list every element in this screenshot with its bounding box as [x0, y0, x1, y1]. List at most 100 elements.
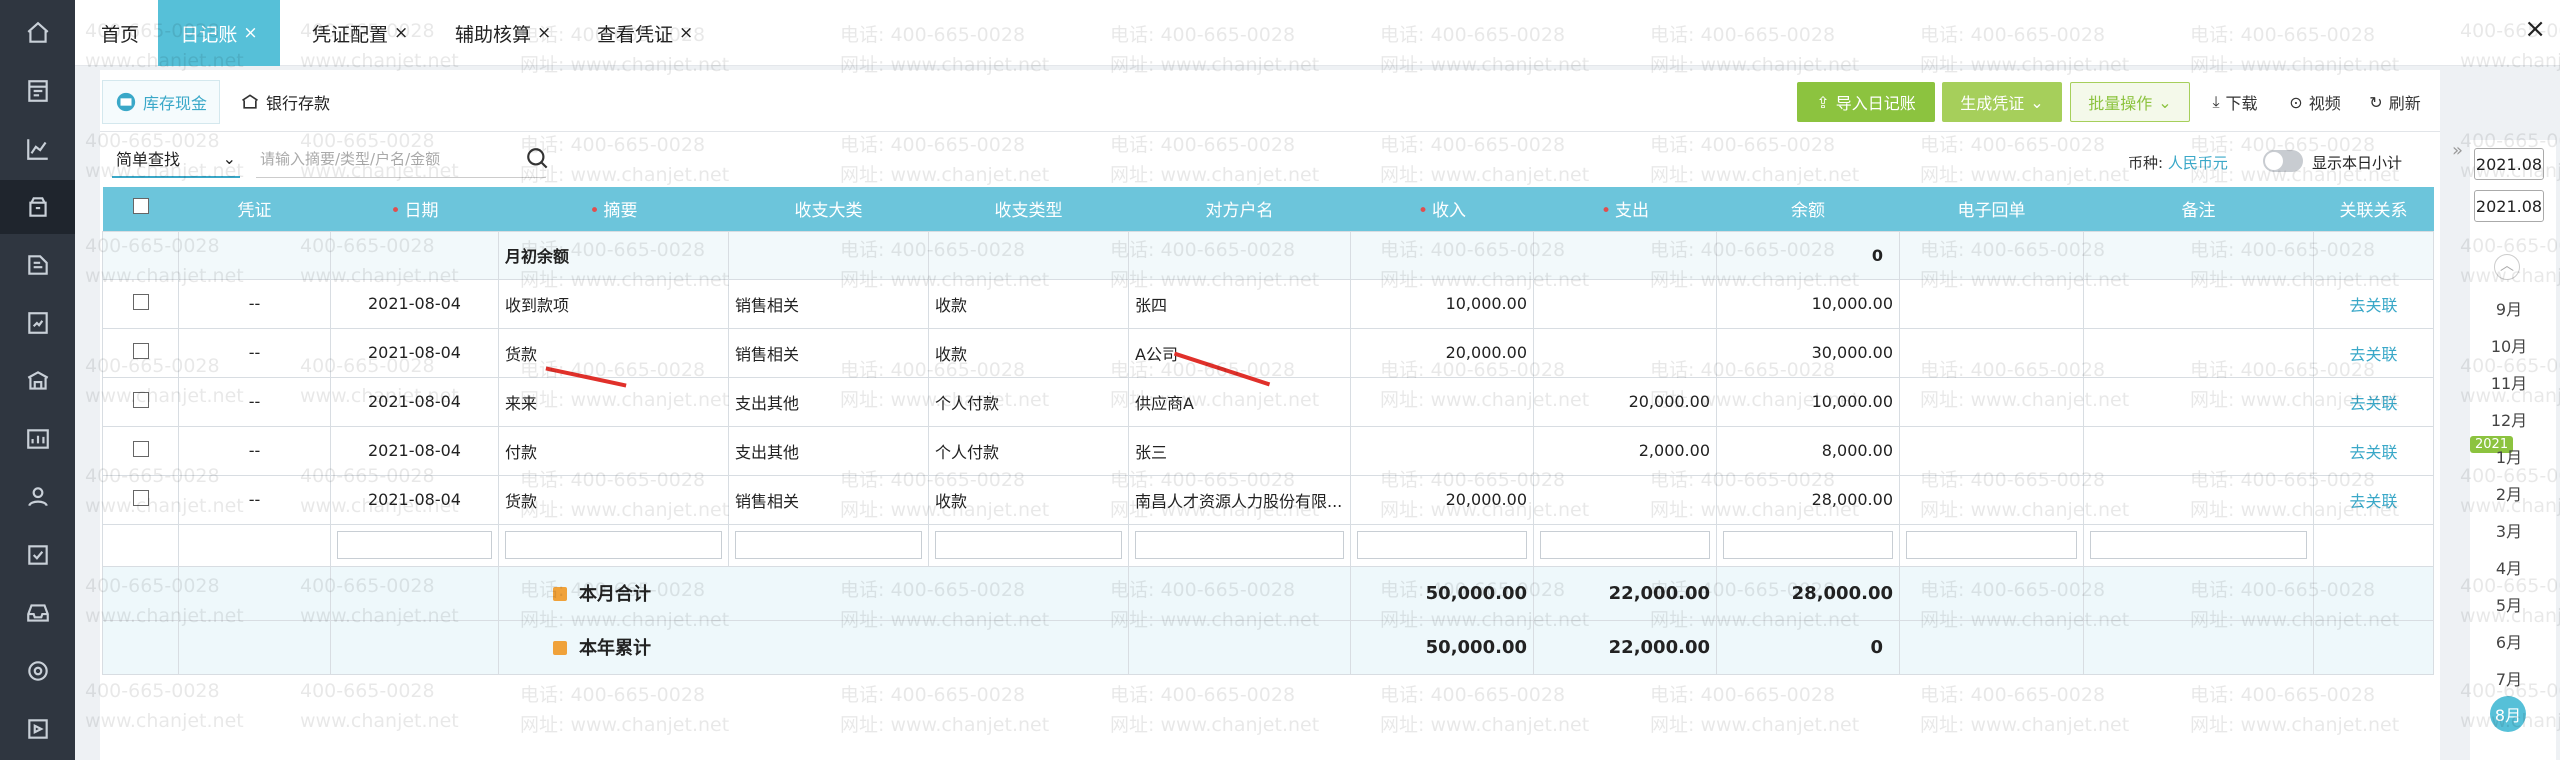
- cell-expense[interactable]: 2,000.00: [1533, 425, 1717, 476]
- cell-category[interactable]: 销售相关: [728, 474, 929, 525]
- relate-link[interactable]: 去关联: [2313, 327, 2434, 378]
- table-row[interactable]: -- 2021-08-04 货款 销售相关 收款 南昌人才资源人力股份有限... 20,00…: [102, 474, 2434, 525]
- inbox-icon[interactable]: [0, 586, 75, 640]
- chevron-up-icon[interactable]: ︿: [2494, 254, 2520, 280]
- col-summary[interactable]: • 摘要: [498, 187, 729, 231]
- close-icon[interactable]: ×: [394, 23, 408, 43]
- export-icon[interactable]: [0, 702, 75, 756]
- month-item[interactable]: 5月: [2470, 592, 2548, 616]
- cell-date[interactable]: 2021-08-04: [330, 474, 499, 525]
- cell-party[interactable]: 供应商A: [1128, 376, 1351, 427]
- report-icon[interactable]: [0, 412, 75, 466]
- cell-expense[interactable]: [1533, 474, 1717, 525]
- col-expense[interactable]: • 支出: [1533, 187, 1717, 231]
- current-month[interactable]: 8月: [2490, 696, 2526, 732]
- tab-voucher-config[interactable]: 凭证配置 ×: [312, 0, 432, 66]
- month-item[interactable]: 1月: [2470, 444, 2548, 468]
- summary-input[interactable]: [505, 531, 722, 559]
- cell-receipt[interactable]: [1899, 425, 2084, 476]
- receipt-input[interactable]: [1906, 531, 2077, 559]
- cell-summary[interactable]: 货款: [498, 327, 729, 378]
- col-balance[interactable]: 余额: [1716, 187, 1900, 231]
- select-all-checkbox[interactable]: [132, 198, 149, 215]
- cell-party[interactable]: A公司: [1128, 327, 1351, 378]
- cell-remark[interactable]: [2083, 425, 2314, 476]
- close-icon[interactable]: ×: [243, 23, 257, 43]
- cell-receipt[interactable]: [1899, 474, 2084, 525]
- month-item[interactable]: 7月: [2470, 666, 2548, 690]
- table-row[interactable]: -- 2021-08-04 货款 销售相关 收款 A公司 20,000.00 30,000.0…: [102, 327, 2434, 378]
- currency-selector[interactable]: 币种: 人民币元: [2128, 152, 2228, 173]
- payroll-icon[interactable]: [0, 470, 75, 524]
- col-party[interactable]: 对方户名: [1128, 187, 1351, 231]
- row-checkbox[interactable]: [132, 342, 149, 359]
- home-icon[interactable]: [0, 6, 75, 60]
- refresh-button[interactable]: ↻ 刷新: [2360, 82, 2430, 122]
- month-item[interactable]: 4月: [2470, 555, 2548, 579]
- cell-expense[interactable]: [1533, 278, 1717, 329]
- col-voucher[interactable]: 凭证: [178, 187, 331, 231]
- close-icon[interactable]: ×: [537, 23, 551, 43]
- download-button[interactable]: ⤓ 下载: [2200, 82, 2270, 122]
- search-input[interactable]: 请输入摘要/类型/户名/金额: [256, 140, 546, 178]
- cell-type[interactable]: 收款: [928, 474, 1129, 525]
- cell-receipt[interactable]: [1899, 327, 2084, 378]
- select-all-cell[interactable]: [102, 187, 179, 231]
- expand-icon[interactable]: [553, 641, 567, 655]
- cell-category[interactable]: 销售相关: [728, 327, 929, 378]
- income-input[interactable]: [1357, 531, 1527, 559]
- show-subtotal-toggle[interactable]: [2263, 150, 2303, 172]
- cell-remark[interactable]: [2083, 327, 2314, 378]
- cell-expense[interactable]: 20,000.00: [1533, 376, 1717, 427]
- tab-journal[interactable]: 日记账 ×: [158, 0, 280, 66]
- cell-type[interactable]: 收款: [928, 327, 1129, 378]
- cell-receipt[interactable]: [1899, 278, 2084, 329]
- ledger-icon[interactable]: [0, 238, 75, 292]
- cashier-icon[interactable]: [0, 180, 75, 234]
- month-item[interactable]: 2月: [2470, 481, 2548, 505]
- cell-summary[interactable]: 收到款项: [498, 278, 729, 329]
- chart-icon[interactable]: [0, 122, 75, 176]
- cell-remark[interactable]: [2083, 376, 2314, 427]
- cell-income[interactable]: [1350, 425, 1534, 476]
- cell-income[interactable]: 10,000.00: [1350, 278, 1534, 329]
- close-icon[interactable]: ×: [679, 23, 693, 43]
- relate-link[interactable]: 去关联: [2313, 474, 2434, 525]
- col-date[interactable]: • 日期: [330, 187, 499, 231]
- gear-icon[interactable]: [0, 644, 75, 698]
- relate-link[interactable]: 去关联: [2313, 278, 2434, 329]
- month-item[interactable]: 11月: [2470, 370, 2548, 394]
- row-checkbox[interactable]: [132, 489, 149, 506]
- cell-date[interactable]: 2021-08-04: [330, 327, 499, 378]
- cell-type[interactable]: 收款: [928, 278, 1129, 329]
- relate-link[interactable]: 去关联: [2313, 425, 2434, 476]
- tab-view-voucher[interactable]: 查看凭证 ×: [597, 0, 722, 66]
- col-income[interactable]: • 收入: [1350, 187, 1534, 231]
- cell-date[interactable]: 2021-08-04: [330, 278, 499, 329]
- cell-summary[interactable]: 付款: [498, 425, 729, 476]
- month-item[interactable]: 9月: [2470, 296, 2548, 320]
- expense-input[interactable]: [1540, 531, 1710, 559]
- month-item[interactable]: 3月: [2470, 518, 2548, 542]
- year-selector[interactable]: 2021.08: [2474, 148, 2544, 180]
- tab-auxiliary[interactable]: 辅助核算 ×: [455, 0, 580, 66]
- voucher-icon[interactable]: [0, 64, 75, 118]
- cell-type[interactable]: 个人付款: [928, 425, 1129, 476]
- cell-remark[interactable]: [2083, 474, 2314, 525]
- cell-date[interactable]: 2021-08-04: [330, 425, 499, 476]
- relate-link[interactable]: 去关联: [2313, 376, 2434, 427]
- col-relation[interactable]: 关联关系: [2313, 187, 2434, 231]
- table-row[interactable]: -- 2021-08-04 付款 支出其他 个人付款 张三 2,000.00 8,000.00…: [102, 425, 2434, 476]
- cell-income[interactable]: 20,000.00: [1350, 474, 1534, 525]
- asset-icon[interactable]: [0, 354, 75, 408]
- col-type[interactable]: 收支类型: [928, 187, 1129, 231]
- cell-income[interactable]: 20,000.00: [1350, 327, 1534, 378]
- row-checkbox[interactable]: [132, 391, 149, 408]
- cell-category[interactable]: 支出其他: [728, 425, 929, 476]
- category-input[interactable]: [735, 531, 922, 559]
- cell-summary[interactable]: 货款: [498, 474, 729, 525]
- cell-receipt[interactable]: [1899, 376, 2084, 427]
- type-input[interactable]: [935, 531, 1122, 559]
- invoice-icon[interactable]: [0, 296, 75, 350]
- row-checkbox[interactable]: [132, 293, 149, 310]
